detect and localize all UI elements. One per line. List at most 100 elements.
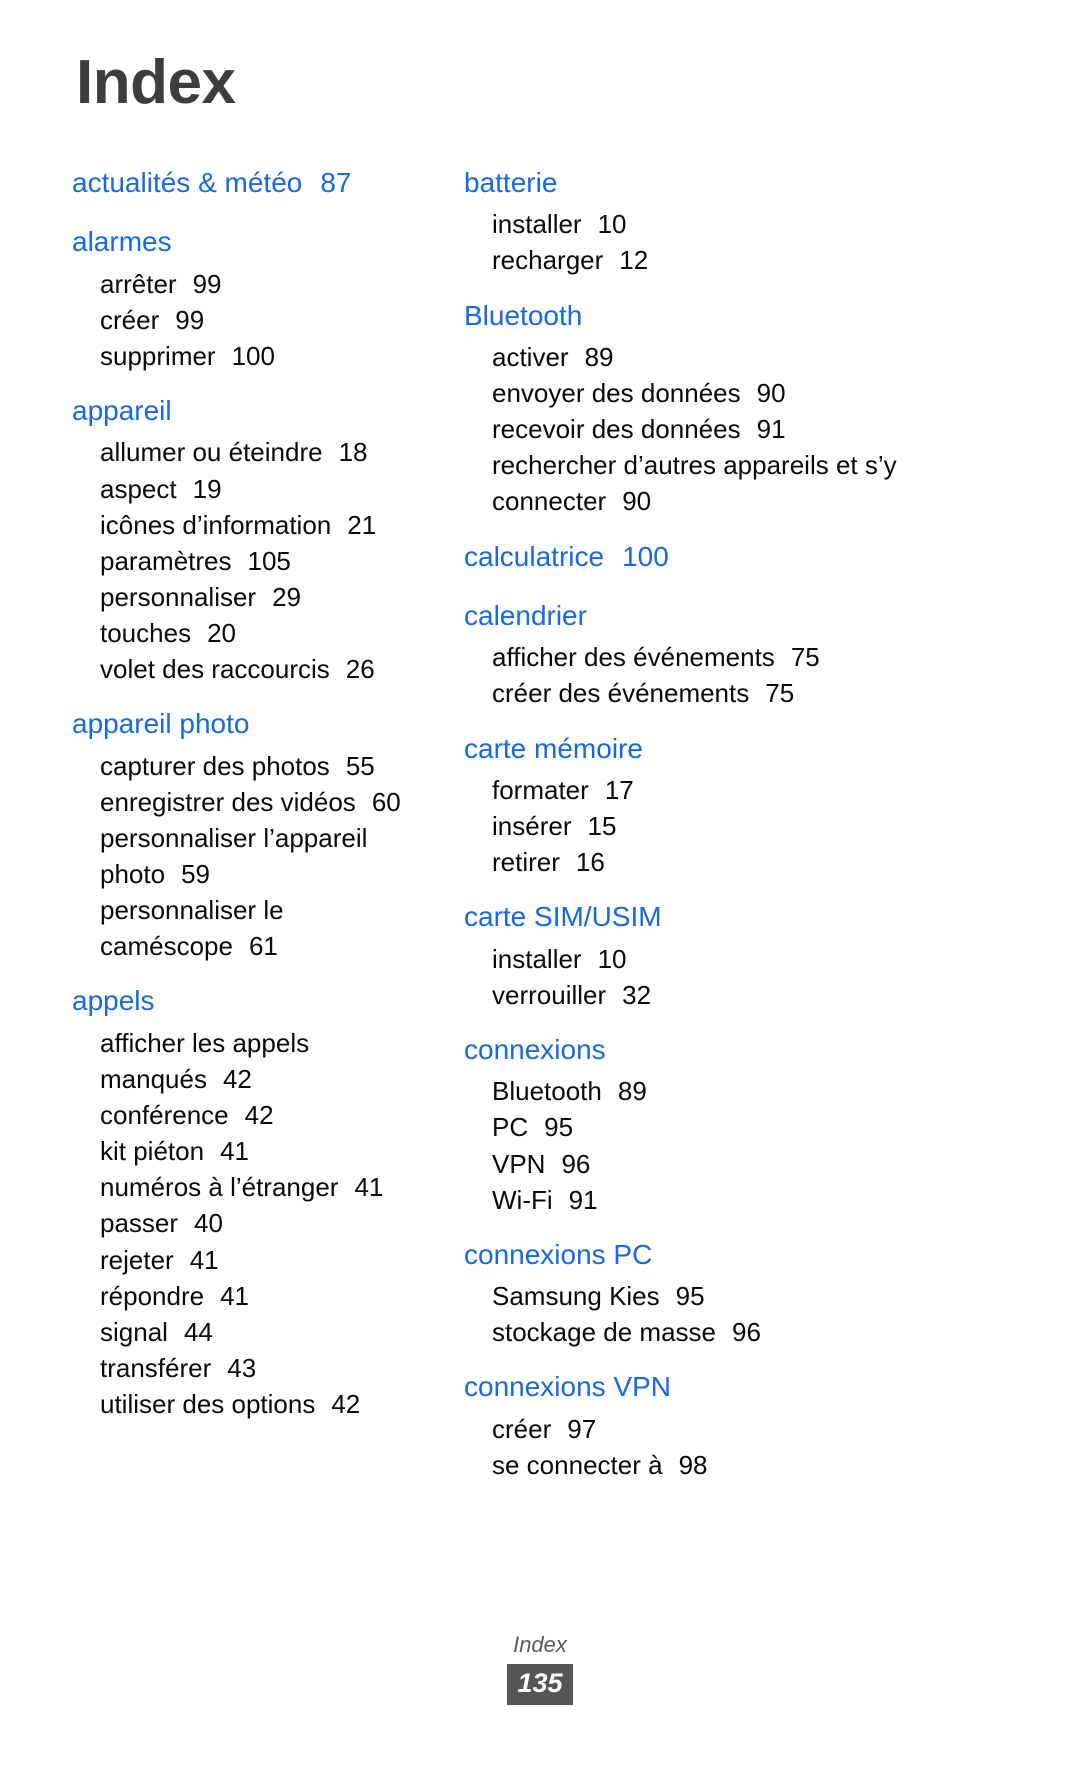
index-entry[interactable]: numéros à l’étranger 41 <box>72 1169 436 1205</box>
index-entry[interactable]: capturer des photos 55 <box>72 748 436 784</box>
index-entry[interactable]: personnaliser 29 <box>72 579 436 615</box>
index-entry[interactable]: envoyer des données 90 <box>464 375 982 411</box>
index-entry[interactable]: aspect 19 <box>72 471 436 507</box>
index-entry[interactable]: passer 40 <box>72 1205 436 1241</box>
index-entry-label: créer des événements <box>492 678 750 709</box>
index-entry-page-number: 44 <box>183 1316 213 1347</box>
index-entry-label: transférer <box>100 1352 212 1383</box>
index-entry[interactable]: supprimer 100 <box>72 338 436 374</box>
index-heading-label: Bluetooth <box>464 299 583 331</box>
index-entry-page-number: 42 <box>331 1389 361 1420</box>
index-entry-label: créer <box>492 1413 552 1444</box>
index-entry-page-number: 90 <box>756 378 786 409</box>
index-entry[interactable]: transférer 43 <box>72 1350 436 1386</box>
index-entry-page-number: 95 <box>675 1281 705 1312</box>
index-heading-carte-sim-usim[interactable]: carte SIM/USIM <box>464 894 982 939</box>
index-entry-page-number: 17 <box>604 774 634 805</box>
index-heading-label: appels <box>72 985 155 1017</box>
index-entry[interactable]: PC 95 <box>464 1109 982 1145</box>
index-heading-bluetooth[interactable]: Bluetooth <box>464 293 982 338</box>
index-entry[interactable]: recharger 12 <box>464 242 982 278</box>
index-entry[interactable]: afficher les appels manqués 42 <box>72 1025 436 1097</box>
index-entry[interactable]: utiliser des options 42 <box>72 1386 436 1422</box>
index-entry-page-number: 21 <box>347 509 377 540</box>
index-entry-page-number: 32 <box>622 979 652 1010</box>
index-entry-page-number: 40 <box>194 1208 223 1239</box>
index-entry[interactable]: rejeter 41 <box>72 1242 436 1278</box>
index-entry-label: formater <box>492 774 589 805</box>
index-heading-carte-memoire[interactable]: carte mémoire <box>464 726 982 771</box>
index-heading-batterie[interactable]: batterie <box>464 160 982 205</box>
index-heading-appareil[interactable]: appareil <box>72 388 436 433</box>
index-group-appels: appels afficher les appels manqués 42 confé… <box>72 978 436 1422</box>
index-entry-label: activer <box>492 341 569 372</box>
index-heading-connexions[interactable]: connexions <box>464 1027 982 1072</box>
page-footer: Index 135 <box>0 1632 1080 1705</box>
index-heading-appareil-photo[interactable]: appareil photo <box>72 701 436 746</box>
index-heading-connexions-vpn[interactable]: connexions VPN <box>464 1364 982 1409</box>
index-entry[interactable]: installer 10 <box>464 206 982 242</box>
index-entry[interactable]: créer 97 <box>464 1411 982 1447</box>
index-heading-calculatrice[interactable]: calculatrice 100 <box>464 534 982 579</box>
index-entry[interactable]: VPN 96 <box>464 1146 982 1182</box>
index-entry[interactable]: allumer ou éteindre 18 <box>72 434 436 470</box>
index-entry[interactable]: touches 20 <box>72 615 436 651</box>
index-entry-page-number: 19 <box>192 473 222 504</box>
index-group-connexions-vpn: connexions VPN créer 97 se connecter à 98 <box>464 1364 982 1483</box>
index-entry[interactable]: Wi-Fi 91 <box>464 1182 982 1218</box>
index-group-appareil: appareil allumer ou éteindre 18 aspect 19 icô… <box>72 388 436 687</box>
index-entry[interactable]: icônes d’information 21 <box>72 507 436 543</box>
index-entry[interactable]: verrouiller 32 <box>464 977 982 1013</box>
index-heading-label: calculatrice <box>464 540 605 572</box>
index-heading-actualites-meteo[interactable]: actualités & météo 87 <box>72 160 436 205</box>
index-entry[interactable]: personnaliser le caméscope 61 <box>72 892 436 964</box>
index-entry[interactable]: rechercher d’autres appareils et s’y con… <box>464 447 982 519</box>
index-entry[interactable]: volet des raccourcis 26 <box>72 651 436 687</box>
index-heading-calendrier[interactable]: calendrier <box>464 593 982 638</box>
index-heading-label: carte mémoire <box>464 732 643 764</box>
index-entry[interactable]: stockage de masse 96 <box>464 1314 982 1350</box>
index-entry[interactable]: kit piéton 41 <box>72 1133 436 1169</box>
index-entry-page-number: 99 <box>175 304 205 335</box>
index-entry-label: paramètres <box>100 545 232 576</box>
index-entry-page-number: 91 <box>756 414 786 445</box>
index-entry-page-number: 96 <box>561 1148 591 1179</box>
index-entry-label: créer <box>100 304 160 335</box>
index-heading-connexions-pc[interactable]: connexions PC <box>464 1232 982 1277</box>
index-entry[interactable]: créer des événements 75 <box>464 675 982 711</box>
index-entry-page-number: 99 <box>192 268 222 299</box>
index-entry-page-number: 59 <box>181 859 210 890</box>
index-entry[interactable]: paramètres 105 <box>72 543 436 579</box>
index-entry[interactable]: signal 44 <box>72 1314 436 1350</box>
index-heading-label: appareil <box>72 395 172 427</box>
index-entry[interactable]: Bluetooth 89 <box>464 1073 982 1109</box>
index-entry[interactable]: se connecter à 98 <box>464 1447 982 1483</box>
index-heading-alarmes[interactable]: alarmes <box>72 219 436 264</box>
index-entry-label: passer <box>100 1208 179 1239</box>
index-entry[interactable]: afficher des événements 75 <box>464 639 982 675</box>
index-entry[interactable]: activer 89 <box>464 339 982 375</box>
index-entry[interactable]: créer 99 <box>72 302 436 338</box>
index-entry[interactable]: conférence 42 <box>72 1097 436 1133</box>
index-entry-label: afficher les appels manqués <box>100 1027 310 1094</box>
index-entry-label: retirer <box>492 847 560 878</box>
index-entry[interactable]: formater 17 <box>464 772 982 808</box>
index-entry[interactable]: enregistrer des vidéos 60 <box>72 784 436 820</box>
index-entry[interactable]: répondre 41 <box>72 1278 436 1314</box>
index-entry[interactable]: arrêter 99 <box>72 266 436 302</box>
index-entry[interactable]: retirer 16 <box>464 844 982 880</box>
index-entry-page-number: 10 <box>597 943 627 974</box>
index-entry[interactable]: installer 10 <box>464 941 982 977</box>
index-entry-label: enregistrer des vidéos <box>100 786 356 817</box>
index-entry[interactable]: personnaliser l’appareil photo 59 <box>72 820 436 892</box>
index-entry[interactable]: recevoir des données 91 <box>464 411 982 447</box>
index-heading-appels[interactable]: appels <box>72 978 436 1023</box>
index-entry[interactable]: insérer 15 <box>464 808 982 844</box>
page-number-badge: 135 <box>507 1664 573 1705</box>
index-entry-page-number: 75 <box>790 642 820 673</box>
index-entry-label: stockage de masse <box>492 1317 717 1348</box>
index-entry-label: signal <box>100 1316 168 1347</box>
index-entry[interactable]: Samsung Kies 95 <box>464 1278 982 1314</box>
index-entry-label: Wi-Fi <box>492 1184 553 1215</box>
index-entry-page-number: 41 <box>220 1280 249 1311</box>
